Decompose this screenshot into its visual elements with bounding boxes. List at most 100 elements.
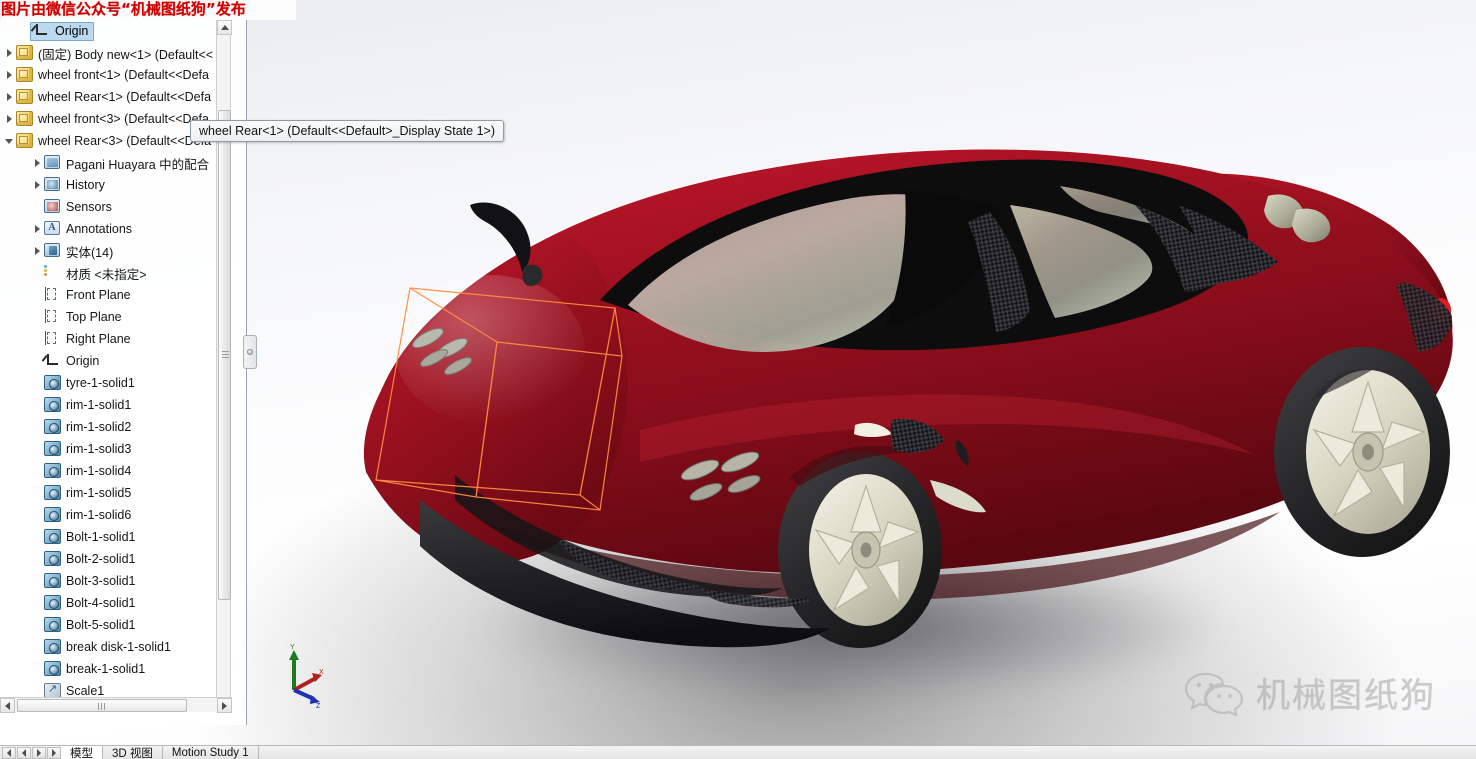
tree-item[interactable]: Front Plane [0, 284, 232, 306]
tree-item-content[interactable]: rim-1-solid5 [44, 484, 131, 502]
horizontal-scroll-thumb[interactable] [17, 699, 187, 712]
vertical-scroll-thumb[interactable] [218, 110, 231, 600]
tree-item[interactable]: 材质 <未指定> [0, 262, 232, 284]
tree-item-content[interactable]: break disk-1-solid1 [44, 638, 171, 656]
tree-item[interactable]: History [0, 174, 232, 196]
chevron-down-icon[interactable] [2, 130, 16, 152]
chevron-right-icon[interactable] [30, 218, 44, 240]
tab-next-button[interactable] [32, 746, 46, 759]
solid-bodies-folder-icon [44, 242, 62, 260]
part-icon [16, 44, 34, 62]
tree-item-content[interactable]: (固定) Body new<1> (Default<< [16, 44, 213, 63]
tree-item[interactable]: rim-1-solid3 [0, 438, 232, 460]
tab-last-button[interactable] [47, 746, 61, 759]
chevron-right-icon[interactable] [30, 152, 44, 174]
scroll-up-button[interactable] [217, 20, 232, 35]
tree-item-content[interactable]: wheel front<1> (Default<<Defa [16, 66, 209, 84]
tree-item[interactable]: rim-1-solid1 [0, 394, 232, 416]
tree-item-content[interactable]: Origin [30, 21, 95, 41]
tabs-container[interactable]: 模型 3D 视图 Motion Study 1 [61, 746, 259, 759]
tree-item-label: Annotations [66, 222, 133, 236]
chevron-right-icon[interactable] [2, 64, 16, 86]
chevron-right-icon[interactable] [2, 86, 16, 108]
tree-item-content[interactable]: Front Plane [44, 286, 131, 304]
tree-item-content[interactable]: rim-1-solid6 [44, 506, 131, 524]
tree-item-content[interactable]: wheel Rear<1> (Default<<Defa [16, 88, 211, 106]
tree-item-content[interactable]: 实体(14) [44, 242, 113, 261]
tree-item[interactable]: tyre-1-solid1 [0, 372, 232, 394]
tree-item-content[interactable]: Right Plane [44, 330, 131, 348]
chevron-right-icon[interactable] [30, 174, 44, 196]
tree-item[interactable]: Bolt-3-solid1 [0, 570, 232, 592]
annotations-icon: A [44, 220, 62, 238]
chevron-right-icon[interactable] [30, 240, 44, 262]
tree-item-label: Top Plane [66, 310, 122, 324]
bottom-tab-bar[interactable]: 模型 3D 视图 Motion Study 1 [0, 745, 1476, 759]
tree-item[interactable]: Pagani Huayara 中的配合 [0, 152, 232, 174]
tree-horizontal-scrollbar[interactable] [0, 697, 232, 713]
tree-item[interactable]: Bolt-2-solid1 [0, 548, 232, 570]
tree-item[interactable]: Origin [0, 20, 232, 42]
scroll-left-button[interactable] [0, 698, 15, 713]
tree-item[interactable]: rim-1-solid5 [0, 482, 232, 504]
chevron-right-icon[interactable] [2, 108, 16, 130]
tab-1[interactable]: 模型 [61, 746, 103, 759]
tree-item[interactable]: A Annotations [0, 218, 232, 240]
tree-item[interactable]: wheel Rear<1> (Default<<Defa [0, 86, 232, 108]
tree-item-content[interactable]: Top Plane [44, 308, 122, 326]
tree-item-content[interactable]: rim-1-solid3 [44, 440, 131, 458]
tree-item[interactable]: Right Plane [0, 328, 232, 350]
tree-item-content[interactable]: rim-1-solid1 [44, 396, 131, 414]
tree-item-label: Sensors [66, 200, 112, 214]
tree-item-content[interactable]: tyre-1-solid1 [44, 374, 135, 392]
tree-item-label: rim-1-solid5 [66, 486, 132, 500]
tree-item-content[interactable]: Bolt-1-solid1 [44, 528, 135, 546]
tab-nav-buttons[interactable] [0, 746, 61, 759]
tree-item-label: rim-1-solid4 [66, 464, 132, 478]
tree-item-content[interactable]: History [44, 176, 105, 194]
tab-3[interactable]: Motion Study 1 [163, 746, 259, 759]
tree-item-content[interactable]: Bolt-2-solid1 [44, 550, 135, 568]
tree-item[interactable]: rim-1-solid4 [0, 460, 232, 482]
tree-item-content[interactable]: Pagani Huayara 中的配合 [44, 154, 209, 173]
tree-item-label: wheel front<1> (Default<<Defa [38, 68, 209, 82]
tree-item[interactable]: wheel front<1> (Default<<Defa [0, 64, 232, 86]
tab-prev-button[interactable] [17, 746, 31, 759]
tree-item-content[interactable]: wheel Rear<3> (Default<<Defa [16, 132, 211, 150]
panel-splitter-handle[interactable] [243, 335, 257, 369]
tree-item[interactable]: Top Plane [0, 306, 232, 328]
tree-item-content[interactable]: break-1-solid1 [44, 660, 145, 678]
tree-item[interactable]: rim-1-solid6 [0, 504, 232, 526]
tree-item[interactable]: (固定) Body new<1> (Default<< [0, 42, 232, 64]
mate-folder-icon [44, 154, 62, 172]
solid-body-icon [44, 572, 62, 590]
tree-item-content[interactable]: A Annotations [44, 220, 132, 238]
tab-2[interactable]: 3D 视图 [103, 746, 163, 759]
tree-item-content[interactable]: Sensors [44, 198, 112, 216]
solid-body-icon [44, 440, 62, 458]
tree-item[interactable]: Bolt-1-solid1 [0, 526, 232, 548]
tree-item[interactable]: break disk-1-solid1 [0, 636, 232, 658]
tree-item-content[interactable]: Bolt-3-solid1 [44, 572, 135, 590]
tree-item[interactable]: Origin [0, 350, 232, 372]
solid-body-icon [44, 594, 62, 612]
tree-item[interactable]: break-1-solid1 [0, 658, 232, 680]
tree-item-content[interactable]: rim-1-solid2 [44, 418, 131, 436]
tree-item-content[interactable]: Bolt-5-solid1 [44, 616, 135, 634]
tree-item-content[interactable]: rim-1-solid4 [44, 462, 131, 480]
tree-item-content[interactable]: wheel front<3> (Default<<Defa [16, 110, 209, 128]
tree-item-content[interactable]: Origin [41, 352, 99, 370]
tree-item[interactable]: Bolt-4-solid1 [0, 592, 232, 614]
solid-body-icon [44, 418, 62, 436]
tab-first-button[interactable] [2, 746, 16, 759]
tab-label: 模型 [70, 748, 93, 759]
tree-item[interactable]: Bolt-5-solid1 [0, 614, 232, 636]
tree-item-content[interactable]: Bolt-4-solid1 [44, 594, 135, 612]
tree-item-content[interactable]: 材质 <未指定> [44, 264, 147, 283]
scroll-right-button[interactable] [217, 698, 232, 713]
tree-item[interactable]: 实体(14) [0, 240, 232, 262]
tree-item[interactable]: Sensors [0, 196, 232, 218]
tree-item-label: wheel front<3> (Default<<Defa [38, 112, 209, 126]
chevron-right-icon[interactable] [2, 42, 16, 64]
tree-item[interactable]: rim-1-solid2 [0, 416, 232, 438]
